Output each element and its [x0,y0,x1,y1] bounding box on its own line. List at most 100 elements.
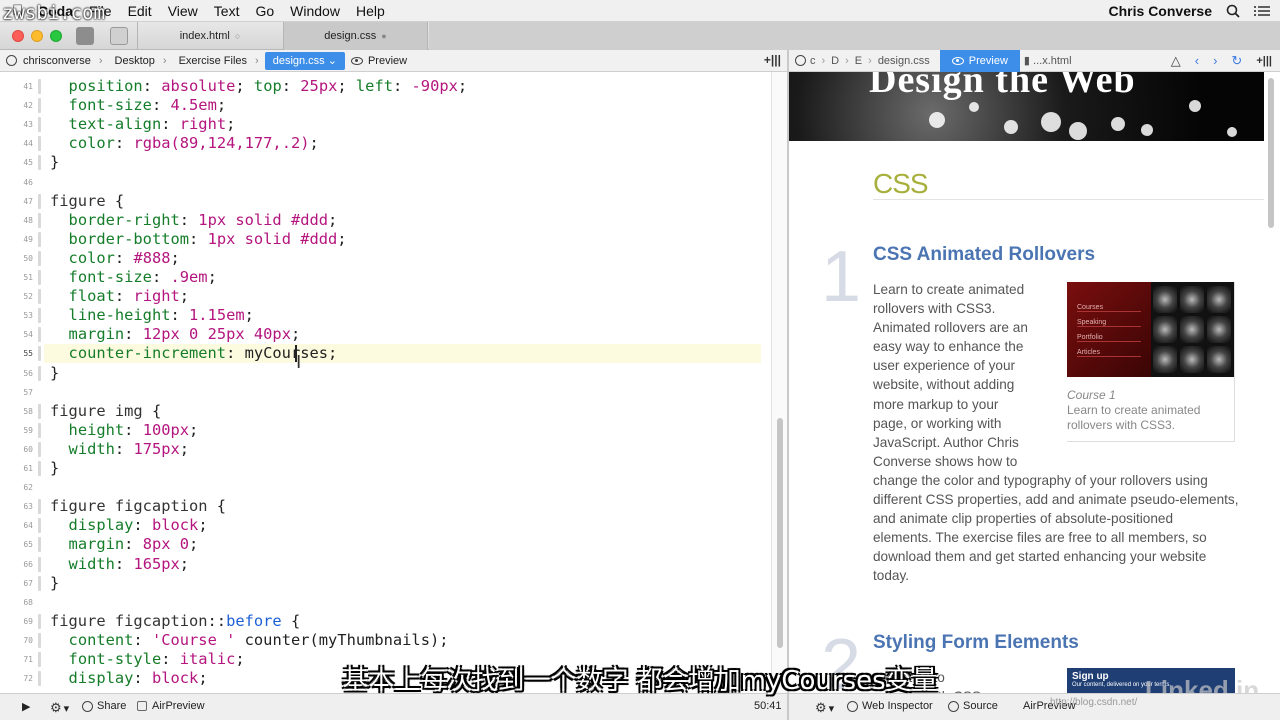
site-icon[interactable] [6,55,17,66]
split-view-icon[interactable]: +||| [764,53,781,67]
fold-marker[interactable] [38,79,41,94]
code-line[interactable]: margin: 8px 0; [50,535,199,554]
fold-marker[interactable] [38,231,41,247]
code-line[interactable]: figure figcaption { [50,497,226,516]
fold-marker[interactable] [38,632,41,648]
settings-gear-icon[interactable]: ⚙ ▾ [50,700,69,716]
code-line[interactable]: line-height: 1.15em; [50,306,254,325]
airpreview-button[interactable]: AirPreview [137,700,205,712]
fold-marker[interactable] [38,518,41,534]
course-title[interactable]: Styling Form Elements [873,632,1079,654]
breadcrumb-item[interactable]: E [851,55,866,67]
tab-index-html[interactable]: index.html ○ [137,22,282,50]
code-line[interactable]: font-size: 4.5em; [50,96,227,115]
fold-marker[interactable] [38,575,41,591]
fold-marker[interactable] [38,136,41,152]
sidebar-toggle-icon[interactable]: ▶ [22,700,30,713]
breadcrumb-file[interactable]: design.css [874,55,934,67]
code-line[interactable]: border-right: 1px solid #ddd; [50,211,338,230]
fold-marker[interactable] [38,461,41,476]
breadcrumb-item[interactable]: Desktop [109,50,173,72]
code-line[interactable]: position: absolute; top: 25px; left: -90… [50,77,468,96]
fold-marker[interactable] [38,422,41,438]
breadcrumb-item[interactable]: Exercise Files [173,50,265,72]
zoom-window-button[interactable] [50,30,62,42]
code-line[interactable]: figure { [50,192,124,211]
code-line[interactable]: } [50,459,59,478]
breadcrumb-item[interactable]: D [827,55,843,67]
close-tab-icon[interactable]: ○ [235,31,240,41]
html-file-crumb[interactable]: ▮ ...x.html [1020,54,1076,67]
fold-marker[interactable] [38,308,41,324]
code-line[interactable]: width: 165px; [50,555,190,574]
unsaved-dot-icon[interactable]: ● [381,31,386,41]
fold-marker[interactable] [38,250,41,266]
fold-marker[interactable] [38,155,41,171]
menu-go[interactable]: Go [247,3,282,19]
warning-icon[interactable]: △ [1171,53,1181,69]
code-line[interactable]: border-bottom: 1px solid #ddd; [50,230,347,249]
share-button[interactable]: Share [82,700,126,712]
code-line[interactable]: } [50,574,59,593]
menu-window[interactable]: Window [282,3,348,19]
breadcrumb-current-file[interactable]: design.css ⌄ [264,51,345,70]
code-line[interactable]: counter-increment: myCourses; [50,344,338,363]
sidebar-toggle-icon[interactable] [110,27,128,45]
course-title[interactable]: CSS Animated Rollovers [873,244,1095,266]
fold-marker[interactable] [38,289,41,305]
close-window-button[interactable] [12,30,24,42]
settings-gear-icon[interactable]: ⚙ ▾ [815,700,834,716]
fold-marker[interactable] [38,327,41,343]
fold-marker[interactable] [38,270,41,285]
fold-marker[interactable] [38,98,41,114]
fold-marker[interactable] [38,193,41,209]
fold-marker[interactable] [38,441,41,457]
preview-tab-active[interactable]: Preview [939,49,1020,72]
fold-marker[interactable] [38,403,41,419]
menu-view[interactable]: View [160,3,206,19]
code-line[interactable]: height: 100px; [50,421,199,440]
code-line[interactable]: width: 175px; [50,440,190,459]
forward-arrow-icon[interactable]: › [1213,53,1217,68]
code-line[interactable]: figure figcaption::before { [50,612,300,631]
sites-icon[interactable] [76,27,94,45]
fold-marker[interactable] [38,556,41,572]
code-line[interactable]: display: block; [50,516,208,535]
menu-edit[interactable]: Edit [120,3,160,19]
tab-design-css[interactable]: design.css ● [283,22,428,50]
code-line[interactable]: float: right; [50,287,190,306]
menu-help[interactable]: Help [348,3,393,19]
web-preview-pane[interactable]: Design the Web CSS 1 CSS Animated Rollov… [789,72,1280,693]
menu-text[interactable]: Text [206,3,248,19]
fold-marker[interactable] [38,212,41,228]
breadcrumb-item[interactable]: chrisconverse [17,50,109,72]
minimize-window-button[interactable] [31,30,43,42]
fold-marker[interactable] [38,117,41,133]
web-inspector-button[interactable]: Web Inspector [847,700,933,712]
split-view-icon[interactable]: +||| [1256,55,1272,67]
code-line[interactable]: color: rgba(89,124,177,.2); [50,134,319,153]
site-icon[interactable] [795,55,806,66]
code-line[interactable]: margin: 12px 0 25px 40px; [50,325,301,344]
code-line[interactable]: color: #888; [50,249,180,268]
editor-scroll-thumb[interactable] [777,418,783,648]
source-button[interactable]: Source [948,700,998,712]
fold-marker[interactable] [38,537,41,553]
fold-marker[interactable] [38,365,41,381]
preview-scroll-thumb[interactable] [1268,78,1274,228]
breadcrumb-item[interactable]: c [806,55,820,67]
code-line[interactable]: } [50,364,59,383]
spotlight-search-icon[interactable] [1226,4,1240,18]
fold-marker[interactable] [38,346,41,362]
code-line[interactable]: text-align: right; [50,115,236,134]
preview-button[interactable]: Preview [345,50,413,72]
code-line[interactable]: } [50,153,59,172]
back-arrow-icon[interactable]: ‹ [1195,53,1199,68]
notification-list-icon[interactable] [1254,5,1270,17]
code-line[interactable]: font-size: .9em; [50,268,217,287]
fold-marker[interactable] [38,613,41,629]
fold-marker[interactable] [38,499,41,515]
code-editor[interactable]: I position: absolute; top: 25px; left: -… [44,72,771,693]
reload-icon[interactable]: ↻ [1231,53,1242,69]
user-name[interactable]: Chris Converse [1109,3,1212,19]
